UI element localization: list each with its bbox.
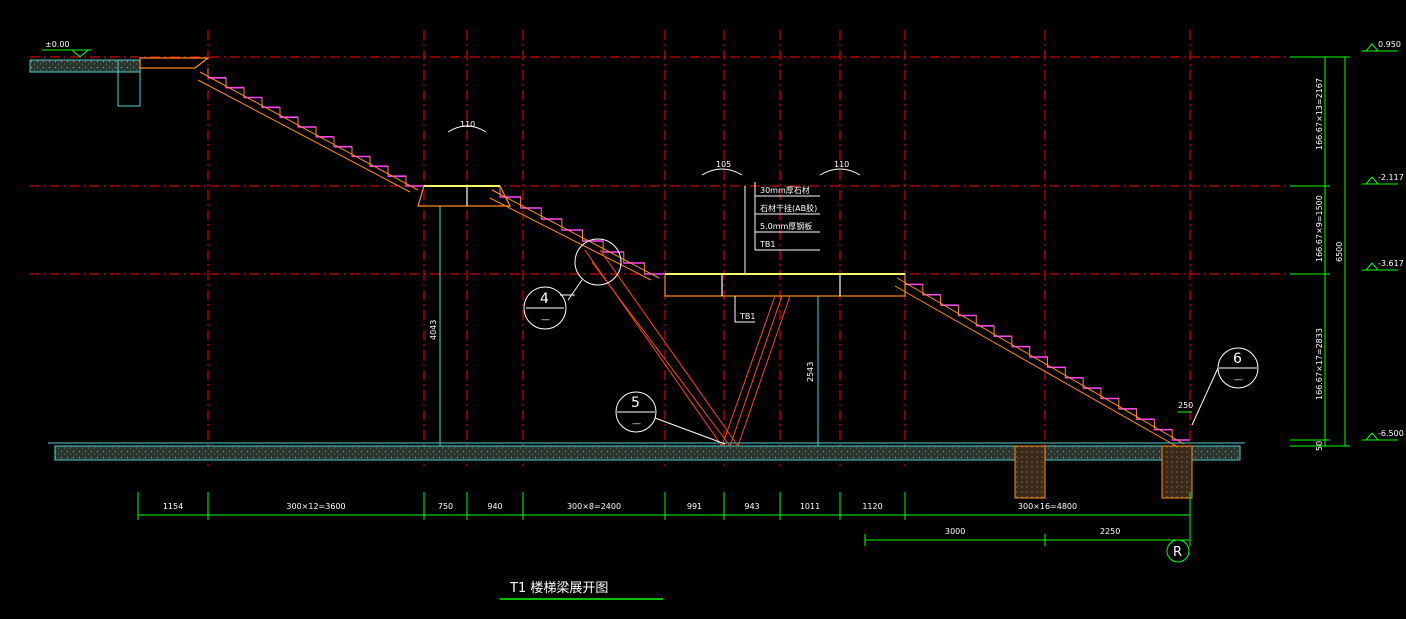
lower-dim-1: 3000 bbox=[945, 527, 965, 536]
drawing-title-block: T1 楼梯梁展开图 bbox=[500, 581, 663, 600]
vdim-1: 166.67×13=2167 bbox=[1315, 78, 1324, 150]
elevation-triangle bbox=[1364, 262, 1380, 271]
callout-5-number: 5 bbox=[631, 395, 640, 411]
dimension-label: 750 bbox=[438, 502, 453, 511]
dimension-label: 300×12=3600 bbox=[286, 502, 345, 511]
callout-6-sub: — bbox=[1234, 375, 1243, 385]
note-4: TB1 bbox=[759, 240, 775, 249]
stair-stringer bbox=[197, 79, 411, 193]
callout-4-sub: — bbox=[541, 315, 550, 325]
dimension-label: 943 bbox=[744, 502, 759, 511]
elevation-triangle bbox=[1364, 432, 1380, 441]
stair-beam-drawing: TB1 30mm厚石材 石材干挂(AB胶) 5.0mm厚钢板 TB1 110 1… bbox=[0, 0, 1406, 619]
elevation-right-label: -6.500 bbox=[1378, 429, 1404, 438]
dimension-label: 1120 bbox=[862, 502, 882, 511]
vdim-2: 166.67×9=1500 bbox=[1315, 195, 1324, 262]
elevation-right-label: -2.117 bbox=[1378, 173, 1404, 182]
dimension-label: 1154 bbox=[163, 502, 183, 511]
material-note-table: 30mm厚石材 石材干挂(AB胶) 5.0mm厚钢板 TB1 bbox=[744, 182, 820, 274]
elevation-left: ±0.00 bbox=[42, 40, 92, 58]
lower-dim-2: 2250 bbox=[1100, 527, 1120, 536]
stair-flights bbox=[197, 68, 1190, 447]
elevation-left-label: ±0.00 bbox=[45, 40, 70, 49]
callout-4-number: 4 bbox=[540, 291, 549, 307]
post-height-1: 4043 bbox=[429, 320, 438, 340]
beam-tag-label: TB1 bbox=[739, 312, 755, 321]
angle-2: 105 bbox=[716, 160, 731, 169]
dimension-label: 300×16=4800 bbox=[1018, 502, 1077, 511]
dimension-label: 991 bbox=[687, 502, 702, 511]
beam-tag: TB1 bbox=[734, 296, 755, 323]
dim-250-label: 250 bbox=[1178, 401, 1193, 410]
post-height-2: 2543 bbox=[806, 362, 815, 382]
vdim-4: 50 bbox=[1315, 441, 1324, 451]
dim-250: 250 bbox=[1178, 401, 1193, 413]
angle-marks bbox=[447, 125, 861, 176]
dimension-label: 940 bbox=[487, 502, 502, 511]
angle-3: 110 bbox=[834, 160, 849, 169]
elevation-right-label: 0.950 bbox=[1378, 40, 1401, 49]
elevation-right: 0.950 -2.117 -3.617 -6.500 bbox=[1362, 40, 1404, 441]
callout-5-sub: — bbox=[632, 419, 641, 429]
callout-6-number: 6 bbox=[1233, 351, 1242, 367]
overall-height: 6500 bbox=[1335, 242, 1344, 262]
dimension-label: 300×8=2400 bbox=[567, 502, 621, 511]
axis-bubble: R bbox=[1166, 539, 1190, 563]
angle-1: 110 bbox=[460, 120, 475, 129]
note-1: 30mm厚石材 bbox=[760, 185, 810, 195]
note-3: 5.0mm厚钢板 bbox=[760, 221, 812, 231]
elevation-triangle bbox=[1364, 43, 1380, 52]
grid-lines bbox=[30, 30, 1290, 470]
lower-dimension-chain bbox=[864, 515, 1191, 546]
axis-label: R bbox=[1173, 545, 1182, 560]
vdim-3: 166.67×17=2833 bbox=[1315, 328, 1324, 400]
elevation-triangle bbox=[1364, 176, 1380, 185]
stair-stringer bbox=[896, 277, 1185, 445]
callout-6: 6 — bbox=[1191, 347, 1259, 426]
note-2: 石材干挂(AB胶) bbox=[760, 203, 817, 213]
drawing-title: T1 楼梯梁展开图 bbox=[509, 581, 608, 596]
dimension-label: 1011 bbox=[800, 502, 820, 511]
stair-stringer bbox=[199, 71, 419, 191]
stair-stringer bbox=[489, 197, 652, 281]
elevation-right-label: -3.617 bbox=[1378, 259, 1404, 268]
stair-stringer bbox=[894, 285, 1177, 447]
